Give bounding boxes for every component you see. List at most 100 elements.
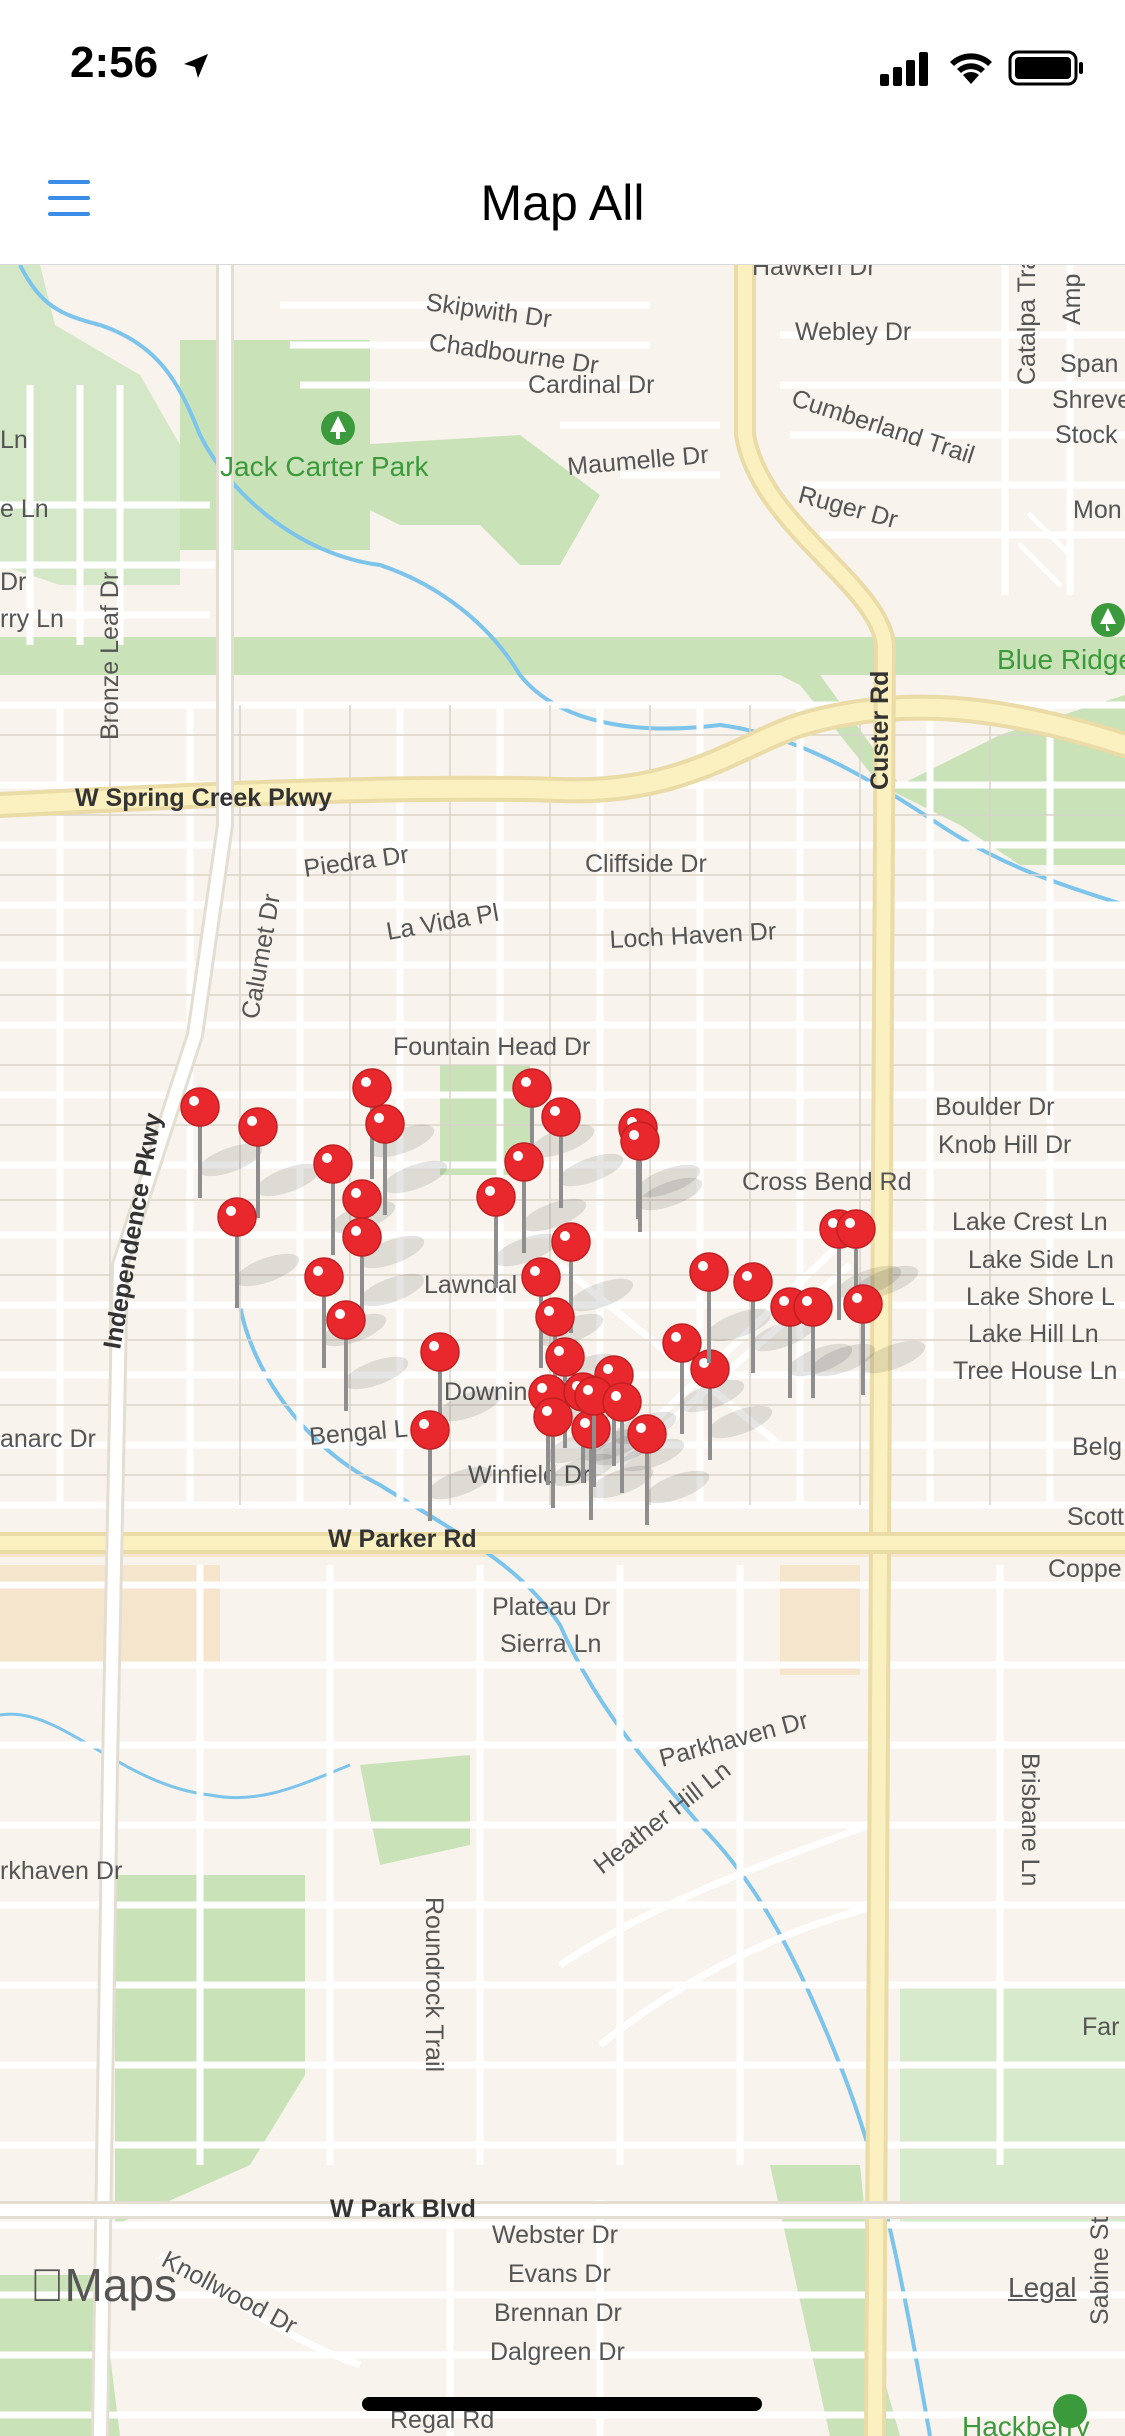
legal-link[interactable]: Legal — [1008, 2272, 1077, 2304]
map-canvas[interactable]: Jack Carter Park Blue Ridge Hawken Dr Sk… — [0, 265, 1125, 2436]
pin-highlight — [189, 1096, 199, 1106]
street-label: Brennan Dr — [494, 2299, 622, 2327]
pin-head[interactable] — [620, 1121, 660, 1161]
street-label: Hawken Dr — [752, 265, 876, 281]
pin-head[interactable] — [420, 1332, 460, 1372]
pin-head[interactable] — [545, 1337, 585, 1377]
street-label: rkhaven Dr — [0, 1857, 122, 1885]
pin-highlight — [226, 1206, 236, 1216]
pin-head[interactable] — [602, 1382, 642, 1422]
street-label: Roundrock Trail — [420, 1897, 448, 2072]
street-label: Stock — [1055, 421, 1118, 449]
pin-head[interactable] — [304, 1257, 344, 1297]
pin-head[interactable] — [521, 1257, 561, 1297]
pin-head[interactable] — [535, 1297, 575, 1337]
pin-highlight — [698, 1261, 708, 1271]
street-label: Coppe — [1048, 1555, 1122, 1583]
pin-highlight — [603, 1364, 613, 1374]
pin-head[interactable] — [512, 1068, 552, 1108]
pin-highlight — [544, 1306, 554, 1316]
location-arrow-icon — [184, 54, 208, 78]
pin-head[interactable] — [504, 1142, 544, 1182]
pin-head[interactable] — [410, 1410, 450, 1450]
pin-highlight — [636, 1423, 646, 1433]
pin-highlight — [521, 1077, 531, 1087]
pin-highlight — [322, 1153, 332, 1163]
street-label: Cross Bend Rd — [742, 1168, 912, 1196]
street-label: Mon — [1073, 496, 1122, 524]
street-label: Lawndal — [424, 1271, 517, 1299]
pin-head[interactable] — [541, 1097, 581, 1137]
pin-head[interactable] — [352, 1068, 392, 1108]
park-icon — [321, 411, 355, 445]
pin-head[interactable] — [733, 1262, 773, 1302]
pin-head[interactable] — [476, 1177, 516, 1217]
street-label: Span — [1060, 350, 1118, 378]
pin-highlight — [351, 1226, 361, 1236]
pin-highlight — [802, 1296, 812, 1306]
street-label: W Parker Rd — [328, 1525, 477, 1553]
pin-highlight — [247, 1116, 257, 1126]
street-label: W Spring Creek Pkwy — [75, 784, 332, 812]
status-time: 2:56 — [70, 38, 159, 87]
street-label: Brisbane Ln — [1016, 1753, 1044, 1886]
street-label: Dr — [0, 568, 26, 596]
street-label: Lake Side Ln — [968, 1246, 1114, 1274]
street-label: Cliffside Dr — [585, 850, 707, 878]
pin-head[interactable] — [217, 1197, 257, 1237]
pin-highlight — [611, 1391, 621, 1401]
pin-highlight — [550, 1106, 560, 1116]
pin-highlight — [530, 1266, 540, 1276]
street-label: Evans Dr — [508, 2260, 611, 2288]
pin-highlight — [361, 1077, 371, 1087]
pin-highlight — [419, 1419, 429, 1429]
pin-highlight — [537, 1383, 547, 1393]
apple-logo-icon:  — [30, 2259, 65, 2311]
pin-head[interactable] — [326, 1300, 366, 1340]
pin-head[interactable] — [180, 1087, 220, 1127]
park-label: Hackberry — [962, 2411, 1090, 2436]
pin-highlight — [554, 1346, 564, 1356]
street-label: Belg — [1072, 1433, 1122, 1461]
pin-head[interactable] — [793, 1287, 833, 1327]
park-label: Jack Carter Park — [220, 451, 429, 482]
pin-head[interactable] — [836, 1209, 876, 1249]
street-label: Catalpa Trail — [1013, 265, 1041, 385]
pin-highlight — [671, 1332, 681, 1342]
pin-head[interactable] — [365, 1104, 405, 1144]
pin-highlight — [629, 1130, 639, 1140]
pin-head[interactable] — [313, 1144, 353, 1184]
page-title: Map All — [480, 175, 645, 231]
pin-head[interactable] — [689, 1252, 729, 1292]
pin-head[interactable] — [533, 1397, 573, 1437]
street-label: Shreve — [1052, 386, 1125, 414]
pin-head[interactable] — [238, 1107, 278, 1147]
street-label: e Ln — [0, 495, 49, 523]
street-label: Scott — [1067, 1503, 1124, 1531]
street-label: anarc Dr — [0, 1425, 96, 1453]
pin-head[interactable] — [342, 1179, 382, 1219]
pin-highlight — [513, 1151, 523, 1161]
pin-head[interactable] — [342, 1217, 382, 1257]
cellular-signal-icon — [880, 52, 928, 86]
navigation-bar: Map All — [0, 140, 1125, 266]
pin-highlight — [845, 1218, 855, 1228]
pin-head[interactable] — [627, 1414, 667, 1454]
pin-head[interactable] — [571, 1409, 611, 1449]
map-view[interactable]: Jack Carter Park Blue Ridge Hawken Dr Sk… — [0, 265, 1125, 2436]
street-label: Amp — [1058, 274, 1086, 325]
pin-highlight — [852, 1293, 862, 1303]
street-label: Ln — [0, 426, 28, 454]
street-label: Cardinal Dr — [528, 371, 654, 399]
pin-highlight — [583, 1385, 593, 1395]
pin-head[interactable] — [551, 1222, 591, 1262]
street-label: Knob Hill Dr — [938, 1131, 1071, 1159]
pin-head[interactable] — [843, 1284, 883, 1324]
street-label: Sierra Ln — [500, 1630, 601, 1658]
street-label: Dalgreen Dr — [490, 2338, 625, 2366]
home-indicator — [362, 2397, 762, 2411]
pin-highlight — [580, 1418, 590, 1428]
maps-attribution: Maps — [30, 2259, 177, 2311]
pin-highlight — [313, 1266, 323, 1276]
pin-highlight — [560, 1231, 570, 1241]
